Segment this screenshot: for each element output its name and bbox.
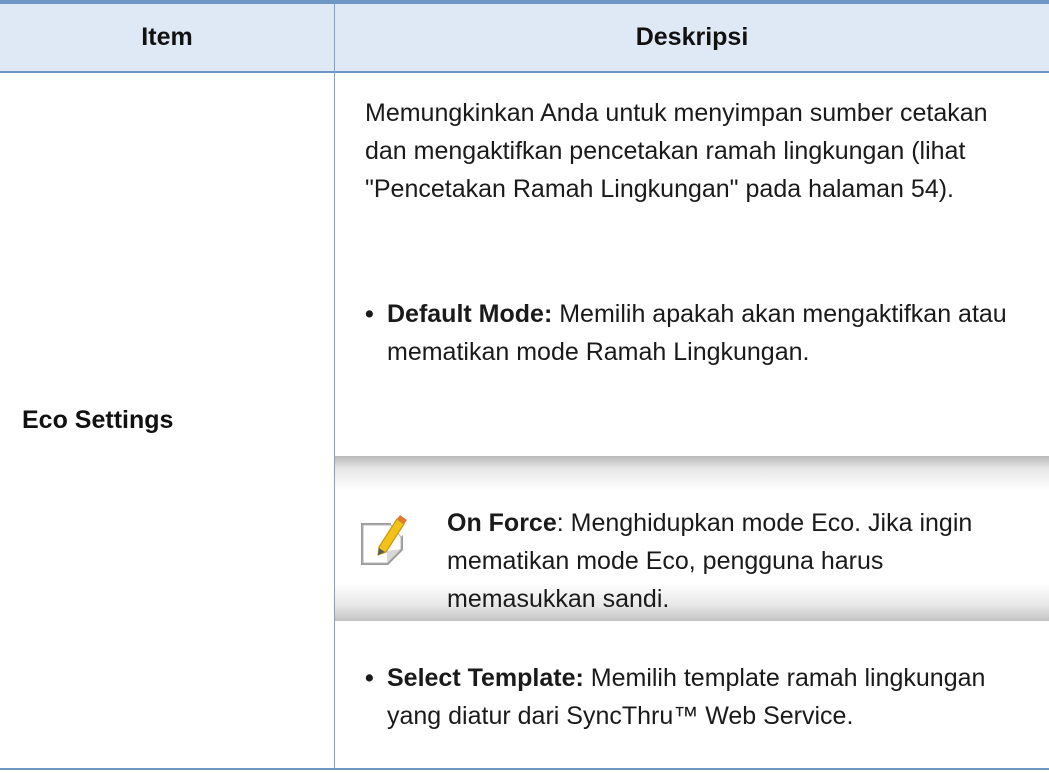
- bullet-dot: •: [365, 664, 374, 692]
- bullet-default-mode-label: Default Mode:: [387, 300, 553, 328]
- settings-table: Item Deskripsi Eco Settings Memungkinkan…: [0, 0, 1049, 773]
- table-header-rule: [0, 71, 1049, 73]
- bullet-select-template-text: Select Template: Memilih template ramah …: [387, 659, 1027, 735]
- row-item-name: Eco Settings: [22, 406, 174, 434]
- table-bottom-rule: [0, 768, 1049, 770]
- column-header-item: Item: [141, 23, 193, 51]
- bullet-dot: •: [365, 300, 374, 328]
- note-box: On Force: Menghidupkan mode Eco. Jika in…: [335, 456, 1049, 621]
- column-separator: [334, 4, 335, 768]
- row-intro-text: Memungkinkan Anda untuk menyimpan sumber…: [365, 99, 988, 203]
- note-pencil-icon: [361, 515, 407, 565]
- note-text: On Force: Menghidupkan mode Eco. Jika in…: [447, 504, 1037, 618]
- column-header-description: Deskripsi: [635, 23, 749, 51]
- bullet-select-template-label: Select Template:: [387, 664, 584, 692]
- note-label: On Force: [447, 509, 557, 537]
- bullet-default-mode-text: Default Mode: Memilih apakah akan mengak…: [387, 295, 1027, 371]
